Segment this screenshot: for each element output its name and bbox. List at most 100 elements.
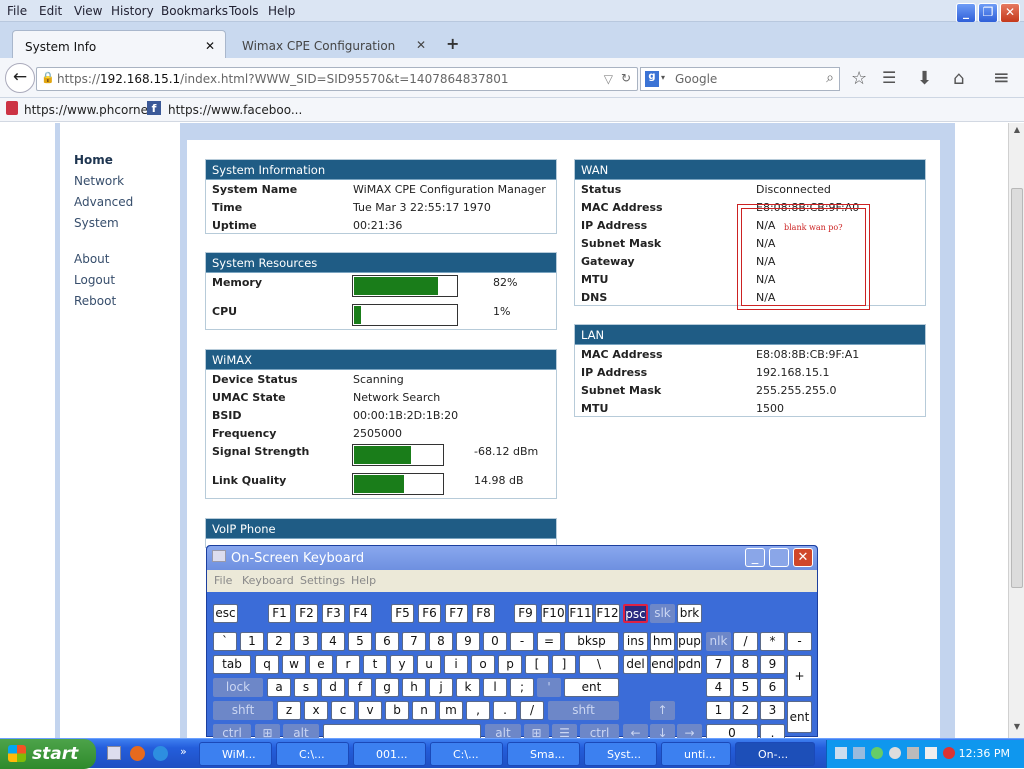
osk-key[interactable]: 9 [456,632,480,651]
restore-icon[interactable]: ❐ [978,3,998,23]
osk-key[interactable]: ] [552,655,576,674]
new-tab-icon[interactable]: + [446,34,459,53]
osk-key[interactable]: g [375,678,399,697]
osk-close-icon[interactable]: ✕ [793,548,813,567]
osk-key[interactable]: F2 [295,604,318,623]
osk-key[interactable]: 2 [733,701,758,720]
bookmark-star-icon[interactable]: ☆ [851,68,867,89]
nav-reboot[interactable]: Reboot [74,294,116,308]
task-button[interactable]: On-... [735,742,815,766]
menu-history[interactable]: History [111,4,154,18]
osk-key[interactable]: 8 [733,655,758,674]
task-button[interactable]: C:\... [430,742,503,766]
osk-key[interactable]: brk [677,604,702,623]
osk-key[interactable]: F12 [595,604,620,623]
menu-help[interactable]: Help [268,4,295,18]
bookmark-facebook[interactable]: https://www.faceboo... [168,103,302,117]
osk-key[interactable]: * [760,632,785,651]
osk-key[interactable]: p [498,655,522,674]
scroll-thumb[interactable] [1011,188,1023,588]
page-scrollbar[interactable]: ▲ ▼ [1008,123,1024,738]
osk-menu-help[interactable]: Help [351,574,376,587]
osk-key[interactable]: w [282,655,306,674]
osk-key[interactable]: lock [213,678,263,697]
osk-key[interactable]: tab [213,655,251,674]
osk-key[interactable]: a [267,678,291,697]
osk-key[interactable]: F10 [541,604,566,623]
scroll-up-icon[interactable]: ▲ [1011,125,1023,137]
osk-menu-settings[interactable]: Settings [300,574,345,587]
tray-app2-icon[interactable] [925,747,937,759]
nav-system[interactable]: System [74,216,119,230]
scroll-down-icon[interactable]: ▼ [1011,722,1023,734]
tray-status-icon[interactable] [871,747,883,759]
osk-key[interactable]: hm [650,632,675,651]
task-button[interactable]: WiM... [199,742,272,766]
home-icon[interactable]: ⌂ [953,68,964,89]
osk-key[interactable]: q [255,655,279,674]
osk-key[interactable]: del [623,655,648,674]
tab-system-info[interactable]: System Info ✕ [12,30,226,58]
osk-key[interactable]: bksp [564,632,619,651]
osk-key[interactable]: \ [579,655,619,674]
menu-bookmarks[interactable]: Bookmarks [161,4,228,18]
osk-key[interactable]: n [412,701,436,720]
osk-key[interactable]: F3 [322,604,345,623]
osk-key[interactable]: s [294,678,318,697]
osk-maximize-icon[interactable] [769,548,789,567]
osk-key[interactable]: 0 [483,632,507,651]
osk-key[interactable]: ` [213,632,237,651]
osk-key[interactable]: end [650,655,675,674]
osk-key[interactable]: psc [623,604,648,623]
task-button[interactable]: Sma... [507,742,580,766]
menu-tools[interactable]: Tools [229,4,259,18]
osk-key[interactable]: F6 [418,604,441,623]
close-window-icon[interactable]: ✕ [1000,3,1020,23]
tray-app-icon[interactable] [853,747,865,759]
osk-key[interactable]: 9 [760,655,785,674]
task-button[interactable]: C:\... [276,742,349,766]
close-tab-icon[interactable]: ✕ [205,39,215,53]
engine-dropdown-icon[interactable]: ▾ [661,73,665,82]
quicklaunch-firefox-icon[interactable] [130,746,145,761]
osk-key[interactable]: f [348,678,372,697]
osk-key[interactable]: ent [564,678,619,697]
osk-key[interactable]: e [309,655,333,674]
osk-key[interactable]: pup [677,632,702,651]
osk-key[interactable]: u [417,655,441,674]
osk-key[interactable]: shft [213,701,273,720]
tray-security-icon[interactable] [943,747,955,759]
osk-key[interactable]: 4 [321,632,345,651]
osk-key[interactable]: v [358,701,382,720]
osk-key[interactable]: . [493,701,517,720]
osk-key[interactable]: ; [510,678,534,697]
osk-key[interactable]: y [390,655,414,674]
osk-key[interactable]: 1 [240,632,264,651]
osk-key[interactable]: o [471,655,495,674]
osk-key[interactable]: 2 [267,632,291,651]
menu-icon[interactable]: ≡ [993,65,1010,89]
quicklaunch-explorer-icon[interactable] [107,746,121,760]
osk-key[interactable]: F1 [268,604,291,623]
reload-icon[interactable]: ↻ [621,71,631,85]
osk-key[interactable]: 5 [348,632,372,651]
osk-key[interactable]: c [331,701,355,720]
osk-key[interactable]: F7 [445,604,468,623]
osk-key[interactable]: 1 [706,701,731,720]
osk-key[interactable]: F11 [568,604,593,623]
osk-key[interactable]: ins [623,632,648,651]
osk-key[interactable]: 8 [429,632,453,651]
osk-titlebar[interactable]: On-Screen Keyboard _ ✕ [207,546,817,570]
tray-device-icon[interactable] [907,747,919,759]
osk-menu-keyboard[interactable]: Keyboard [242,574,294,587]
osk-key[interactable]: j [429,678,453,697]
google-icon[interactable]: g [645,71,659,87]
close-tab-icon[interactable]: ✕ [416,38,426,52]
tab-wimax-config[interactable]: Wimax CPE Configuration ✕ [230,30,436,58]
osk-key[interactable]: / [733,632,758,651]
osk-key[interactable]: F5 [391,604,414,623]
osk-key[interactable]: - [787,632,812,651]
osk-key[interactable]: 5 [733,678,758,697]
osk-key[interactable]: F9 [514,604,537,623]
osk-key[interactable]: 3 [760,701,785,720]
